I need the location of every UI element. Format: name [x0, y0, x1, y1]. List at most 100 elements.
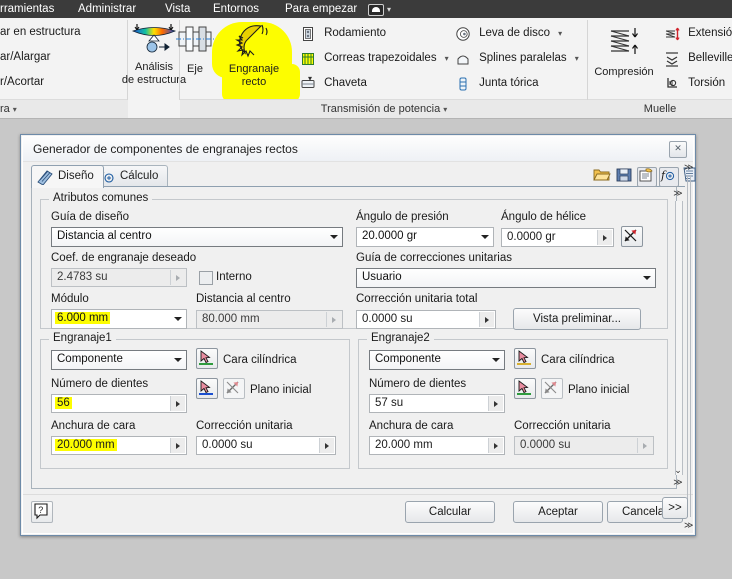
- pick-helix-direction-button[interactable]: [621, 226, 643, 247]
- tab-calculo[interactable]: f Cálculo: [93, 165, 169, 188]
- save-disk-icon[interactable]: [615, 167, 633, 185]
- menu-item-para-empezar[interactable]: Para empezar: [285, 1, 357, 17]
- label-cara-cilindrica-1: Cara cilíndrica: [223, 354, 297, 366]
- splitter-line-left: [687, 175, 688, 517]
- menu-overflow-caret[interactable]: ▾: [387, 2, 391, 18]
- menu-item-entornos[interactable]: Entornos: [213, 1, 259, 17]
- tab-diseno[interactable]: Diseño: [31, 165, 104, 188]
- ribbon-panel-title-spring[interactable]: Muelle: [588, 99, 732, 118]
- flip-plano-inicial-1-button[interactable]: [223, 378, 245, 399]
- select-cylindrical-face-icon: [517, 350, 531, 365]
- cmd-leva-de-disco[interactable]: Leva de disco ▾: [455, 21, 562, 46]
- fx-function-icon[interactable]: f: [659, 167, 679, 187]
- ribbon-panel-title-structure[interactable]: ra ▾: [0, 99, 128, 118]
- button-engranaje-recto[interactable]: Engranaje recto: [214, 22, 294, 89]
- field-anchura-de-cara-2[interactable]: 20.000 mm: [369, 436, 505, 455]
- cmd-junta-torica[interactable]: Junta tórica: [455, 71, 539, 96]
- label-guia-de-diseno: Guía de diseño: [51, 211, 130, 223]
- cmd-torsion[interactable]: Torsión: [664, 71, 725, 96]
- label-angulo-de-helice: Ángulo de hélice: [501, 211, 587, 223]
- field-numero-de-dientes-1[interactable]: 56: [51, 394, 187, 413]
- spinner-coef-engranaje[interactable]: [170, 270, 185, 285]
- spinner-correccion-unitaria-2[interactable]: [637, 438, 652, 453]
- scroll-collapse-button[interactable]: ⌄: [671, 464, 685, 476]
- field-numero-de-dientes-2[interactable]: 57 su: [369, 394, 505, 413]
- flip-plano-inicial-2-button[interactable]: [541, 378, 563, 399]
- ribbon-panel-title-power[interactable]: Transmisión de potencia ▾: [180, 99, 588, 118]
- cmd-rodamiento[interactable]: Rodamiento: [300, 21, 386, 46]
- pick-cara-cilindrica-1-button[interactable]: [196, 348, 218, 369]
- chevron-down-icon[interactable]: [174, 358, 182, 362]
- chevron-down-icon[interactable]: ▾: [575, 46, 579, 71]
- chevron-down-icon[interactable]: [643, 276, 651, 280]
- spinner-distancia-al-centro[interactable]: [326, 312, 341, 327]
- field-correccion-unitaria-2[interactable]: 0.0000 su: [514, 436, 654, 455]
- pick-plano-inicial-1-button[interactable]: [196, 378, 218, 399]
- scroll-down-button[interactable]: ≫: [671, 476, 685, 489]
- chevron-down-icon[interactable]: ▾: [13, 105, 17, 114]
- cmd-splines-paralelas[interactable]: Splines paralelas ▾: [455, 46, 579, 71]
- spinner-anchura-de-cara-1[interactable]: [170, 438, 185, 453]
- button-compresion[interactable]: Compresión: [588, 24, 660, 79]
- cmd-correas-trapezoidales[interactable]: Correas trapezoidales ▾: [300, 46, 449, 71]
- cmd-correas-label: Correas trapezoidales: [324, 52, 437, 64]
- cmd-alargar[interactable]: ar/Alargar: [0, 45, 51, 70]
- scroll-up-button[interactable]: ≫: [671, 187, 685, 200]
- menu-item-vista[interactable]: Vista: [165, 1, 190, 17]
- combo-modulo[interactable]: 6.000 mm: [51, 309, 187, 329]
- spinner-numero-de-dientes-2[interactable]: [488, 396, 503, 411]
- dialog-expander-splitter[interactable]: ≫ ≫: [684, 161, 693, 531]
- combo-guia-de-diseno[interactable]: Distancia al centro: [51, 227, 343, 247]
- chevron-down-icon[interactable]: [174, 317, 182, 321]
- preview-button[interactable]: Vista preliminar...: [513, 308, 641, 330]
- field-distancia-al-centro[interactable]: 80.000 mm: [196, 310, 343, 329]
- pick-plano-inicial-2-button[interactable]: [514, 378, 536, 399]
- chevron-down-icon[interactable]: ▾: [445, 46, 449, 71]
- calculate-button[interactable]: Calcular: [405, 501, 495, 523]
- combo-guia-correcciones[interactable]: Usuario: [356, 268, 656, 288]
- spinner-numero-de-dientes-1[interactable]: [170, 396, 185, 411]
- results-icon[interactable]: [637, 167, 657, 187]
- chevron-down-icon[interactable]: [330, 235, 338, 239]
- panel-scrollbar[interactable]: ≫ ⌄ ≫: [671, 187, 685, 489]
- field-coef-engranaje[interactable]: 2.4783 su: [51, 268, 187, 287]
- chevron-down-icon[interactable]: ▾: [558, 21, 562, 46]
- cmd-acortar[interactable]: r/Acortar: [0, 70, 44, 95]
- more-options-button[interactable]: >>: [662, 497, 688, 519]
- field-correccion-unitaria-1[interactable]: 0.0000 su: [196, 436, 336, 455]
- scroll-track[interactable]: [675, 201, 683, 475]
- chevron-down-icon[interactable]: ▾: [308, 74, 312, 83]
- chevron-down-icon[interactable]: [492, 358, 500, 362]
- combo-engranaje1-tipo[interactable]: Componente: [51, 350, 187, 370]
- cmd-extension[interactable]: Extensión: [664, 21, 732, 46]
- compression-spring-icon: [610, 28, 638, 54]
- chevron-down-icon[interactable]: [481, 235, 489, 239]
- close-icon[interactable]: ✕: [669, 141, 687, 158]
- field-anchura-de-cara-1[interactable]: 20.000 mm: [51, 436, 187, 455]
- checkbox-interno[interactable]: [199, 271, 213, 285]
- pick-cara-cilindrica-2-button[interactable]: [514, 348, 536, 369]
- combo-engranaje2-tipo[interactable]: Componente: [369, 350, 505, 370]
- design-tab-icon: [37, 170, 53, 185]
- spinner-anchura-de-cara-2[interactable]: [488, 438, 503, 453]
- spinner-correccion-unitaria-1[interactable]: [319, 438, 334, 453]
- select-start-plane-icon: [517, 380, 531, 395]
- cmd-belleville[interactable]: Belleville: [664, 46, 732, 71]
- open-folder-icon[interactable]: [593, 167, 611, 185]
- field-angulo-de-helice[interactable]: 0.0000 gr: [501, 228, 614, 247]
- expander-top-arrow[interactable]: ≫: [684, 161, 693, 173]
- camera-icon[interactable]: [368, 4, 384, 16]
- help-button[interactable]: ?: [31, 501, 53, 523]
- menu-item-herramientas[interactable]: rramientas: [0, 1, 54, 17]
- spinner-angulo-de-helice[interactable]: [597, 230, 612, 245]
- combo-angulo-de-presion[interactable]: 20.0000 gr: [356, 227, 494, 247]
- cmd-insertar-en-estructura[interactable]: ar en estructura: [0, 20, 81, 45]
- accept-button[interactable]: Aceptar: [513, 501, 603, 523]
- label-angulo-de-presion: Ángulo de presión: [356, 211, 449, 223]
- menu-item-administrar[interactable]: Administrar: [78, 1, 136, 17]
- direction-arrow-icon: [624, 229, 637, 242]
- chevron-down-icon[interactable]: ▾: [443, 105, 447, 114]
- spinner-correccion-unitaria-total[interactable]: [479, 312, 494, 327]
- field-correccion-unitaria-total[interactable]: 0.0000 su: [356, 310, 496, 329]
- expander-bottom-arrow[interactable]: ≫: [684, 519, 693, 531]
